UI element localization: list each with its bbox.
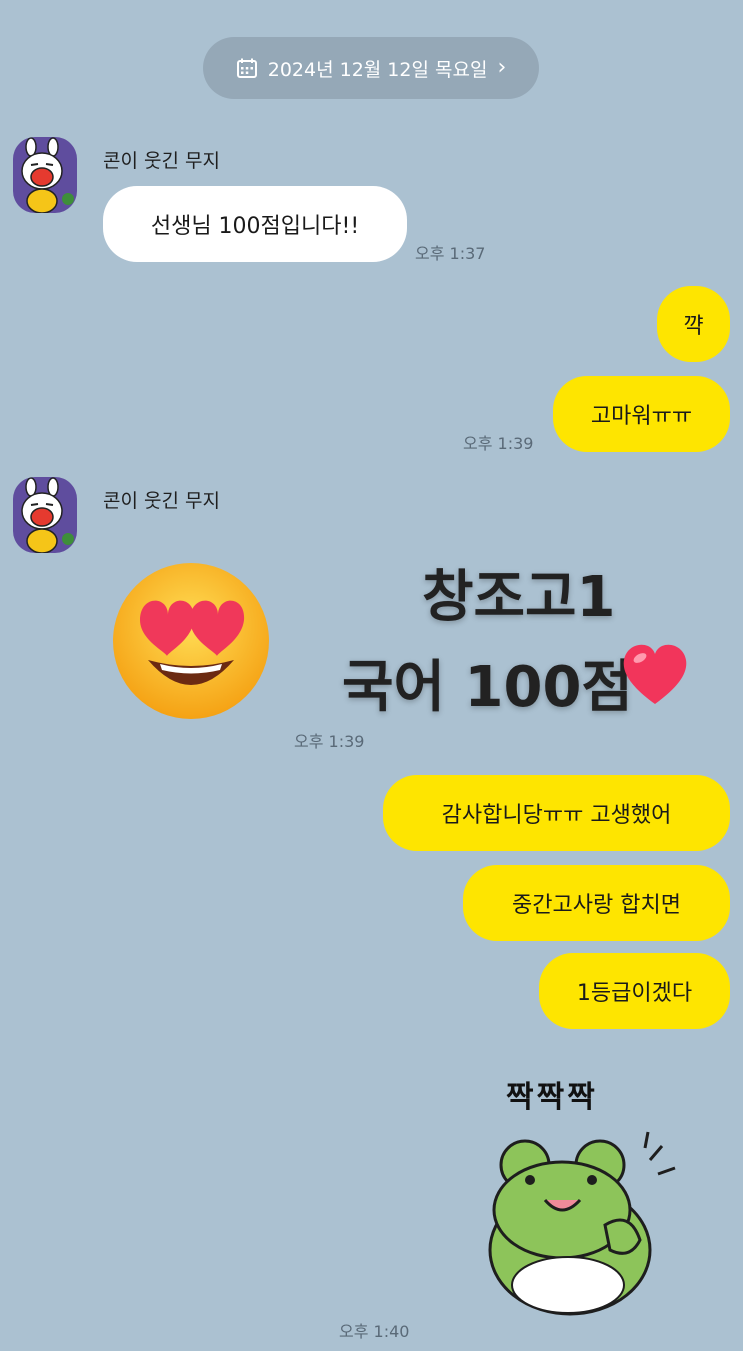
- muzi-avatar-icon: [21, 137, 74, 213]
- chevron-right-icon: ›: [497, 55, 507, 80]
- heart-eyes-emoji: [113, 563, 269, 719]
- sticker-caption: 짝짝짝: [506, 1080, 598, 1115]
- sender-name: 콘이 웃긴 무지: [103, 150, 220, 172]
- frog-sticker[interactable]: 짝짝짝: [480, 1070, 680, 1320]
- message-bubble-sent[interactable]: 꺅: [657, 286, 730, 362]
- frog-icon: [488, 1131, 676, 1316]
- image-message[interactable]: 창조고1 국어 100점: [100, 550, 700, 730]
- calendar-icon: [236, 58, 257, 78]
- sender-name: 콘이 웃긴 무지: [103, 490, 220, 512]
- message-bubble-sent[interactable]: 1등급이겠다: [539, 953, 730, 1029]
- avatar[interactable]: [13, 477, 77, 553]
- red-heart-emoji: [623, 644, 687, 704]
- message-time: 오후 1:40: [339, 1322, 410, 1341]
- message-bubble-sent[interactable]: 고마워ㅠㅠ: [553, 376, 730, 452]
- muzi-avatar-icon: [21, 477, 74, 553]
- message-time: 오후 1:39: [463, 434, 534, 453]
- date-text: 2024년 12월 12일 목요일: [267, 58, 488, 81]
- message-bubble-received[interactable]: 선생님 100점입니다!!: [103, 186, 407, 262]
- image-text-line2: 국어 100점: [342, 655, 633, 720]
- message-time: 오후 1:37: [415, 244, 486, 263]
- date-banner[interactable]: 2024년 12월 12일 목요일 ›: [203, 37, 539, 99]
- avatar[interactable]: [13, 137, 77, 213]
- image-text-line1: 창조고1: [422, 565, 616, 630]
- message-time: 오후 1:39: [294, 732, 365, 751]
- message-bubble-sent[interactable]: 중간고사랑 합치면: [463, 865, 730, 941]
- message-bubble-sent[interactable]: 감사합니당ㅠㅠ 고생했어: [383, 775, 730, 851]
